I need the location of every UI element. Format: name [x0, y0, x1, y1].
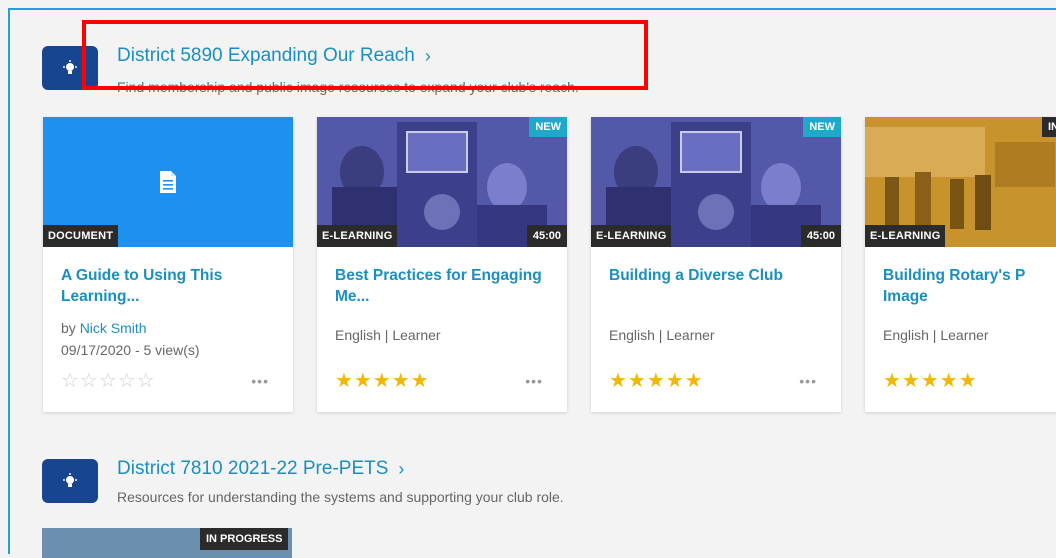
chevron-right-icon: ›: [398, 458, 405, 479]
card-thumbnail[interactable]: NEW E-LEARNING 45:00: [591, 117, 841, 247]
card-thumbnail[interactable]: DOCUMENT: [43, 117, 293, 247]
card-title[interactable]: Building a Diverse Club: [609, 265, 829, 286]
new-badge: NEW: [529, 117, 567, 137]
lightbulb-icon: [42, 459, 98, 503]
course-card[interactable]: NEW E-LEARNING 45:00 Building a Diverse …: [591, 117, 841, 412]
section-title[interactable]: District 5890 Expanding Our Reach: [117, 45, 415, 67]
duration-badge: 45:00: [526, 225, 567, 247]
content-frame: District 5890 Expanding Our Reach › Find…: [8, 8, 1056, 558]
section-title[interactable]: District 7810 2021-22 Pre-PETS: [117, 458, 388, 480]
author-prefix: by: [61, 320, 76, 336]
document-icon: [160, 171, 176, 193]
type-badge: DOCUMENT: [43, 225, 119, 247]
type-badge: E-LEARNING: [591, 225, 672, 247]
in-progress-badge: IN: [1042, 117, 1056, 137]
card-thumbnail[interactable]: NEW E-LEARNING 45:00: [317, 117, 567, 247]
card-meta: English | Learner: [883, 327, 989, 343]
new-badge: NEW: [803, 117, 841, 137]
more-options-icon[interactable]: •••: [251, 373, 269, 389]
rating-stars[interactable]: ☆☆☆☆☆: [61, 368, 156, 393]
section-subtitle: Find membership and public image resourc…: [117, 79, 579, 95]
course-card[interactable]: NEW E-LEARNING 45:00 Best Practices for …: [317, 117, 567, 412]
card-title[interactable]: A Guide to Using This Learning...: [61, 265, 281, 307]
lightbulb-icon: [42, 46, 98, 90]
rating-stars[interactable]: ★★★★★: [609, 368, 704, 393]
rating-stars[interactable]: ★★★★★: [883, 368, 978, 393]
duration-badge: 45:00: [800, 225, 841, 247]
author-link[interactable]: Nick Smith: [80, 320, 147, 336]
course-card[interactable]: DOCUMENT A Guide to Using This Learning.…: [43, 117, 293, 412]
course-card[interactable]: IN E-LEARNING Building Rotary's P Image …: [865, 117, 1056, 412]
in-progress-badge: IN PROGRESS: [200, 528, 289, 550]
section-title-link[interactable]: District 7810 2021-22 Pre-PETS ›: [117, 458, 404, 480]
type-badge: E-LEARNING: [865, 225, 946, 247]
card-meta: English | Learner: [335, 327, 441, 343]
card-thumbnail[interactable]: IN E-LEARNING: [865, 117, 1056, 247]
card-meta: English | Learner: [609, 327, 715, 343]
section-title-link[interactable]: District 5890 Expanding Our Reach ›: [117, 45, 431, 67]
rating-stars[interactable]: ★★★★★: [335, 368, 430, 393]
card-date-views: 09/17/2020 - 5 view(s): [61, 342, 200, 358]
type-badge: E-LEARNING: [317, 225, 398, 247]
section-subtitle: Resources for understanding the systems …: [117, 489, 564, 505]
more-options-icon[interactable]: •••: [799, 373, 817, 389]
more-options-icon[interactable]: •••: [525, 373, 543, 389]
card-title[interactable]: Best Practices for Engaging Me...: [335, 265, 555, 307]
card-title[interactable]: Building Rotary's P Image: [883, 265, 1056, 307]
chevron-right-icon: ›: [424, 45, 431, 66]
card-author-line: by Nick Smith: [61, 320, 147, 336]
